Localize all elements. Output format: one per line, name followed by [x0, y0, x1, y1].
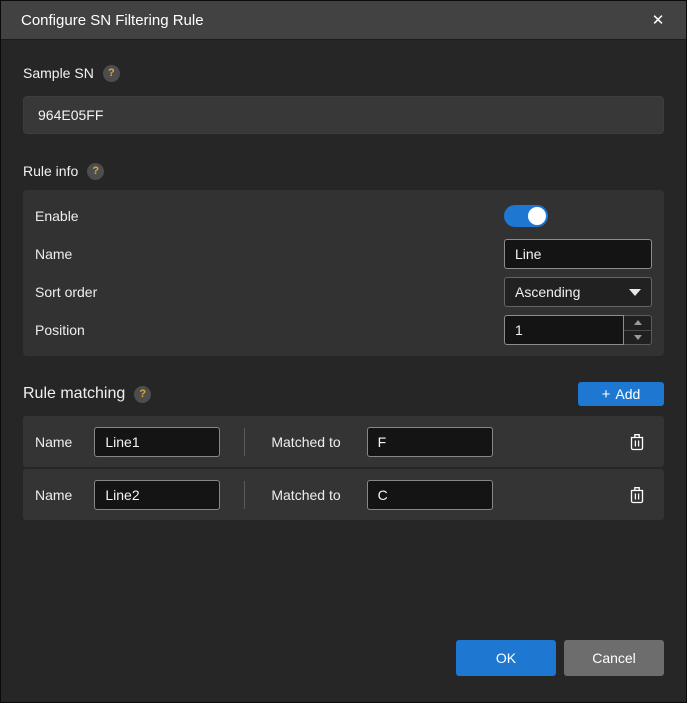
trash-icon: [630, 433, 644, 450]
name-label: Name: [35, 246, 73, 262]
position-label: Position: [35, 322, 85, 338]
add-rule-button[interactable]: + Add: [578, 382, 664, 406]
match-name-label: Name: [35, 486, 73, 503]
help-icon[interactable]: ?: [134, 385, 152, 403]
rule-name-input[interactable]: [504, 239, 652, 269]
configure-sn-filtering-rule-dialog: Configure SN Filtering Rule ✕ Sample SN …: [0, 0, 687, 703]
help-icon[interactable]: ?: [87, 162, 105, 180]
sample-sn-header: Sample SN ?: [23, 62, 664, 84]
rule-matching-row: Name Matched to: [23, 469, 664, 520]
spinner-down-icon[interactable]: [624, 331, 651, 345]
close-icon[interactable]: ✕: [644, 6, 672, 34]
name-row: Name: [35, 235, 652, 273]
titlebar: Configure SN Filtering Rule ✕: [1, 1, 686, 40]
sort-order-label: Sort order: [35, 284, 98, 300]
vertical-divider: [244, 427, 246, 456]
matched-to-input[interactable]: [366, 426, 493, 457]
dialog-content: Sample SN ? Rule info ? Enable Name: [1, 62, 686, 520]
spinner-up-icon[interactable]: [624, 316, 651, 331]
enable-toggle[interactable]: [504, 205, 548, 227]
rule-info-panel: Enable Name Sort order Ascending: [23, 190, 664, 356]
position-spin-buttons: [624, 315, 652, 345]
delete-row-button[interactable]: [624, 429, 650, 455]
matched-to-label: Matched to: [271, 486, 341, 503]
match-name-label: Name: [35, 433, 73, 450]
rule-info-header: Rule info ?: [23, 160, 664, 182]
sort-order-value: Ascending: [515, 284, 581, 300]
matched-to-input[interactable]: [366, 479, 493, 510]
sample-sn-input[interactable]: [23, 96, 664, 134]
ok-button[interactable]: OK: [456, 640, 556, 676]
position-input[interactable]: [504, 315, 624, 345]
dialog-footer: OK Cancel: [456, 640, 664, 676]
enable-row: Enable: [35, 197, 652, 235]
sort-order-select[interactable]: Ascending: [504, 277, 652, 307]
enable-label: Enable: [35, 208, 79, 224]
trash-icon: [630, 486, 644, 503]
rule-matching-header: Rule matching ? + Add: [23, 382, 664, 406]
delete-row-button[interactable]: [624, 482, 650, 508]
match-name-input[interactable]: [94, 426, 221, 457]
cancel-button[interactable]: Cancel: [564, 640, 664, 676]
toggle-knob: [528, 207, 546, 225]
add-button-label: Add: [615, 386, 641, 402]
rule-matching-list: Name Matched to Name: [23, 416, 664, 520]
position-stepper: [504, 315, 652, 345]
vertical-divider: [244, 480, 246, 509]
chevron-down-icon: [629, 288, 641, 296]
sample-sn-label: Sample SN: [23, 65, 94, 81]
sort-order-row: Sort order Ascending: [35, 273, 652, 311]
match-name-input[interactable]: [94, 479, 221, 510]
rule-info-label: Rule info: [23, 163, 79, 179]
plus-icon: +: [601, 385, 611, 403]
rule-matching-label: Rule matching: [23, 385, 126, 402]
position-row: Position: [35, 311, 652, 349]
help-icon[interactable]: ?: [102, 64, 120, 82]
matched-to-label: Matched to: [271, 433, 341, 450]
rule-matching-row: Name Matched to: [23, 416, 664, 467]
dialog-title: Configure SN Filtering Rule: [21, 11, 204, 29]
